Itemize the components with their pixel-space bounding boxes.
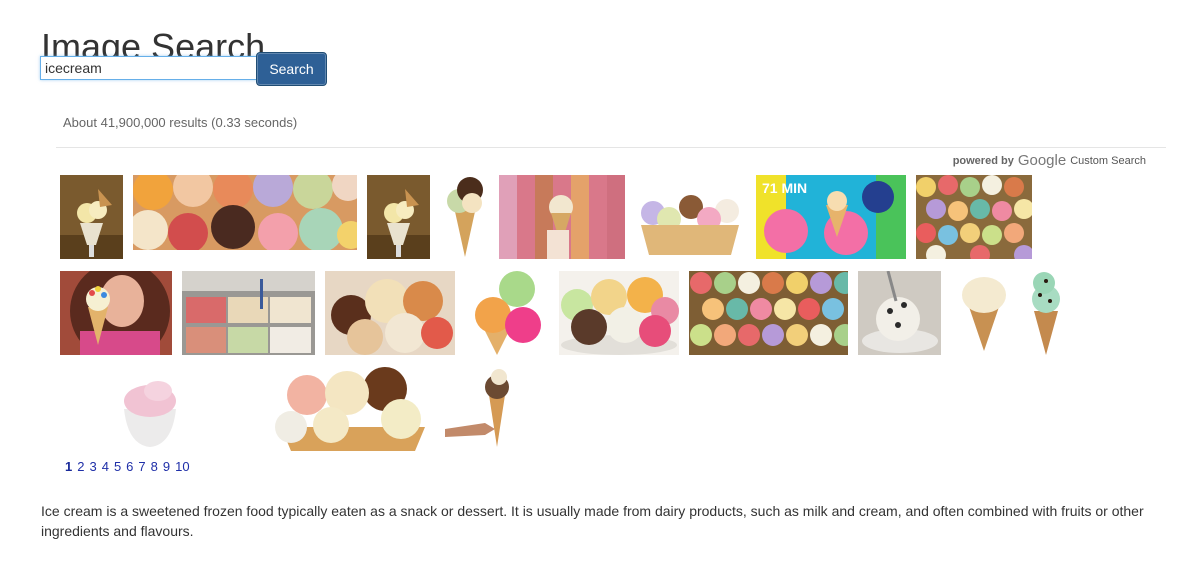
- ice-cream-image: [1026, 271, 1066, 355]
- page-link-10[interactable]: 10: [175, 459, 189, 474]
- google-branding: powered by Google Custom Search: [953, 152, 1146, 169]
- image-result-cone-dessert-glass[interactable]: [60, 175, 123, 259]
- image-result-double-scoop-cone[interactable]: [440, 175, 489, 259]
- pagination: 1 2 3 4 5 6 7 8 9 10: [65, 459, 190, 474]
- image-result-cones-group[interactable]: [265, 367, 435, 451]
- image-result-pink-scoop-bowl[interactable]: [108, 367, 192, 451]
- ice-cream-image: [367, 175, 430, 259]
- result-stats: About 41,900,000 results (0.33 seconds): [63, 115, 298, 130]
- ice-cream-image: [635, 195, 745, 259]
- search-input[interactable]: [40, 56, 258, 80]
- custom-search-label: Custom Search: [1070, 154, 1146, 167]
- ice-cream-image: [559, 271, 679, 355]
- ice-cream-image: [265, 367, 435, 451]
- image-result-scoops-assortment[interactable]: [133, 175, 357, 250]
- page-link-3[interactable]: 3: [89, 459, 96, 474]
- google-logo: Google: [1017, 152, 1067, 169]
- ice-cream-image: [60, 175, 123, 259]
- page-link-8[interactable]: 8: [151, 459, 158, 474]
- svg-text:71 MIN: 71 MIN: [762, 180, 807, 196]
- image-result-video-thumbnail-cones[interactable]: 71 MIN: [756, 175, 906, 259]
- ice-cream-image: [325, 271, 455, 355]
- search-button[interactable]: Search: [256, 52, 327, 86]
- image-result-scoops-plate[interactable]: [559, 271, 679, 355]
- page-link-7[interactable]: 7: [138, 459, 145, 474]
- page-link-5[interactable]: 5: [114, 459, 121, 474]
- description-text: Ice cream is a sweetened frozen food typ…: [41, 503, 1144, 539]
- image-result-sprinkles-cone[interactable]: [499, 175, 625, 259]
- ice-cream-image: [916, 175, 1032, 259]
- ice-cream-image: [440, 175, 489, 259]
- ice-cream-image: [182, 271, 315, 355]
- image-result-scoops-bowl[interactable]: [325, 271, 455, 355]
- results-divider: [56, 147, 1166, 148]
- image-result-scoop-cups-row[interactable]: [635, 195, 745, 259]
- page-link-1[interactable]: 1: [65, 459, 72, 474]
- image-result-cupcake-grid-2[interactable]: [689, 271, 848, 355]
- image-result-cupcake-grid[interactable]: [916, 175, 1032, 259]
- image-result-mint-chip-cone[interactable]: [1026, 271, 1066, 355]
- page-link-4[interactable]: 4: [102, 459, 109, 474]
- ice-cream-image: [858, 271, 941, 355]
- image-result-woman-tall-cone[interactable]: [60, 271, 172, 355]
- image-result-gelato-display[interactable]: [182, 271, 315, 355]
- ice-cream-image: [108, 367, 192, 451]
- ice-cream-image: 71 MIN: [756, 175, 906, 259]
- page-link-2[interactable]: 2: [77, 459, 84, 474]
- ice-cream-image: [60, 271, 172, 355]
- image-result-vanilla-cone[interactable]: [955, 271, 1012, 355]
- image-result-three-scoop-cone[interactable]: [465, 271, 549, 355]
- ice-cream-image: [465, 271, 549, 355]
- powered-by-label: powered by: [952, 154, 1014, 167]
- ice-cream-image: [133, 175, 357, 250]
- ice-cream-image: [445, 367, 529, 451]
- page-link-6[interactable]: 6: [126, 459, 133, 474]
- image-result-cone-dessert-glass-2[interactable]: [367, 175, 430, 259]
- page-link-9[interactable]: 9: [163, 459, 170, 474]
- ice-cream-image: [499, 175, 625, 259]
- ice-cream-image: [955, 271, 1012, 355]
- image-result-hand-holding-cone[interactable]: [445, 367, 529, 451]
- image-result-cookie-scoop-dish[interactable]: [858, 271, 941, 355]
- ice-cream-image: [689, 271, 848, 355]
